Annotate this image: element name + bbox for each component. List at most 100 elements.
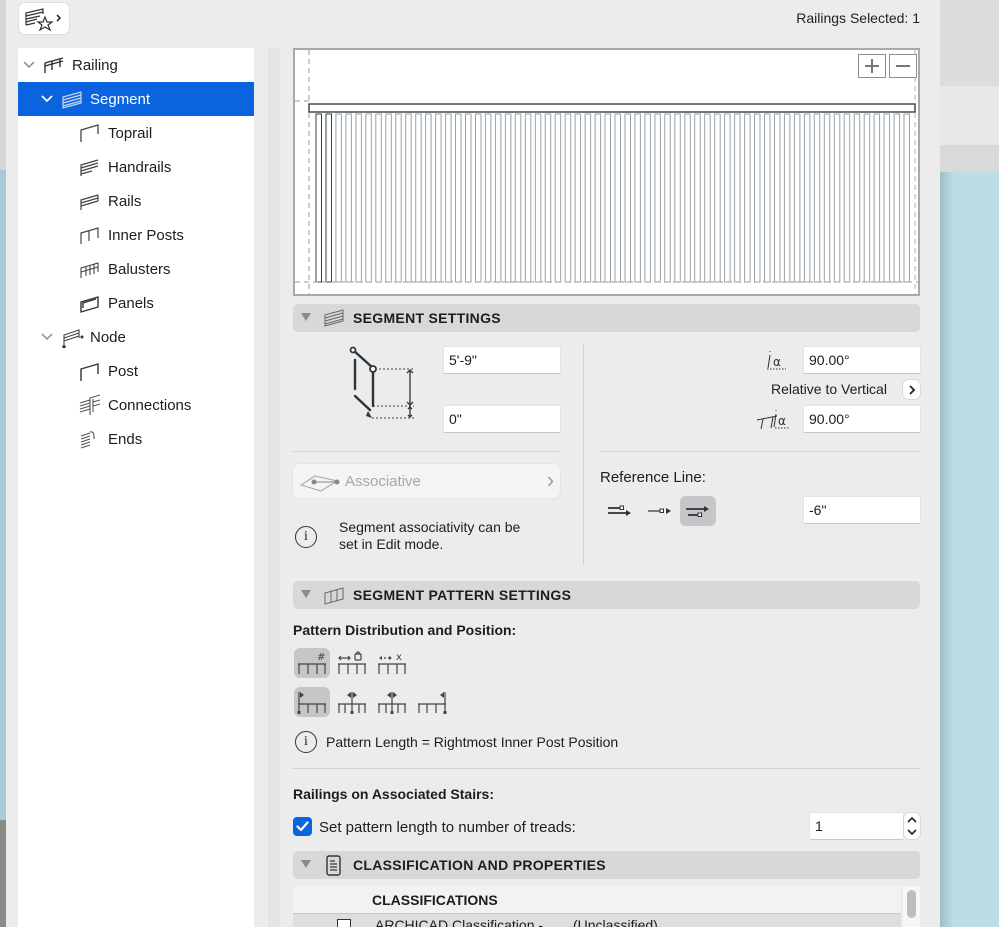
tree-scrollbar[interactable]	[268, 48, 280, 927]
baluster	[724, 113, 731, 283]
table-row[interactable]: ARCHICAD Classification - (Unclassified)	[293, 913, 901, 927]
chevron-down-icon[interactable]	[22, 58, 36, 72]
reference-line-center-button[interactable]	[642, 496, 678, 526]
tree-item-panels[interactable]: Panels	[18, 286, 254, 320]
set-pattern-length-checkbox[interactable]	[293, 817, 312, 836]
chevron-down-icon[interactable]	[40, 92, 54, 106]
associativity-info-line2: set in Edit mode.	[339, 536, 444, 552]
baluster	[893, 113, 901, 283]
disclosure-triangle-icon[interactable]	[301, 860, 311, 868]
distribution-fixed-number-button[interactable]: #	[294, 648, 330, 678]
baluster	[315, 113, 322, 283]
tree-item-inner-posts[interactable]: Inner Posts	[18, 218, 254, 252]
treads-count-stepper[interactable]	[904, 813, 920, 839]
disclosure-triangle-icon[interactable]	[301, 590, 311, 598]
info-icon: i	[295, 731, 317, 753]
railing-height-input[interactable]	[444, 347, 560, 373]
scrollbar-thumb[interactable]	[907, 890, 916, 918]
align-end-button[interactable]	[414, 687, 450, 717]
segment-pattern-settings-header[interactable]: SEGMENT PATTERN SETTINGS	[293, 581, 920, 609]
chevron-down-icon[interactable]	[40, 330, 54, 344]
chevron-up-icon[interactable]	[907, 816, 917, 823]
classifications-table: CLASSIFICATIONS ARCHICAD Classification …	[293, 886, 920, 927]
segment-icon	[323, 308, 345, 328]
classification-properties-header[interactable]: CLASSIFICATION AND PROPERTIES	[293, 851, 920, 879]
baluster	[783, 113, 791, 283]
relative-to-vertical-button[interactable]	[903, 380, 920, 399]
tree-item-ends[interactable]: Ends	[18, 422, 254, 456]
tree-item-node[interactable]: Node	[18, 320, 254, 354]
tree-item-connections[interactable]: Connections	[18, 388, 254, 422]
tree-item-label: Panels	[108, 294, 154, 312]
reference-line-right-button[interactable]	[680, 496, 716, 526]
pattern-distribution-label: Pattern Distribution and Position:	[293, 622, 517, 638]
disclosure-triangle-icon[interactable]	[301, 313, 311, 321]
row-expand-checkbox[interactable]	[337, 919, 351, 927]
separator	[293, 768, 920, 769]
table-header: CLASSIFICATIONS	[293, 886, 901, 913]
baluster	[833, 113, 841, 283]
chevron-right-icon	[908, 384, 915, 395]
reference-line-left-button[interactable]	[602, 496, 638, 526]
tree-item-segment[interactable]: Segment	[18, 82, 254, 116]
tree-item-handrails[interactable]: Handrails	[18, 150, 254, 184]
baluster	[594, 113, 602, 283]
reference-offset-input[interactable]	[804, 497, 920, 523]
baluster	[385, 113, 392, 283]
treads-count-input[interactable]	[810, 813, 903, 839]
align-center-icon	[338, 692, 366, 714]
align-middle-icon	[378, 692, 406, 714]
baluster	[903, 113, 910, 283]
align-start-icon	[297, 692, 326, 714]
favorites-star-icon	[25, 7, 62, 31]
slant-angle-input[interactable]	[804, 347, 920, 373]
segment-settings-header[interactable]: SEGMENT SETTINGS	[293, 304, 920, 332]
balusters-icon	[78, 258, 102, 280]
tree-item-railing[interactable]: Railing	[18, 48, 254, 82]
tree-item-label: Connections	[108, 396, 192, 414]
baluster	[823, 113, 831, 283]
associativity-info-line1: Segment associativity can be	[339, 519, 521, 535]
railings-on-stairs-label: Railings on Associated Stairs:	[293, 786, 494, 802]
zoom-in-button[interactable]	[858, 54, 886, 78]
reference-line-label: Reference Line:	[600, 469, 706, 486]
table-scrollbar[interactable]	[903, 886, 920, 927]
baluster	[803, 113, 811, 283]
baluster	[514, 113, 522, 283]
tree-item-rails[interactable]: Rails	[18, 184, 254, 218]
tree-item-toprail[interactable]: Toprail	[18, 116, 254, 150]
railing-icon	[42, 54, 66, 76]
tree-item-label: Node	[90, 328, 126, 346]
distribution-custom-length-button[interactable]: x	[374, 648, 410, 678]
tree-item-post[interactable]: Post	[18, 354, 254, 388]
favorites-button[interactable]	[19, 3, 69, 34]
ends-icon	[78, 428, 102, 450]
fixed-number-icon: #	[298, 652, 326, 674]
baluster	[634, 113, 641, 283]
zoom-out-button[interactable]	[889, 54, 917, 78]
section-title: CLASSIFICATION AND PROPERTIES	[353, 857, 606, 873]
align-start-button[interactable]	[294, 687, 330, 717]
pitch-angle-input[interactable]	[804, 406, 920, 432]
align-center-button[interactable]	[334, 687, 370, 717]
svg-text:#: #	[317, 652, 325, 663]
baluster	[445, 113, 452, 283]
rails-icon	[78, 190, 102, 212]
tree-item-balusters[interactable]: Balusters	[18, 252, 254, 286]
baluster	[853, 113, 861, 283]
railing-offset-input[interactable]	[444, 406, 560, 432]
chevron-down-icon[interactable]	[907, 829, 917, 836]
settings-tree: Railing Segment Toprail Handrails Rails …	[18, 48, 254, 927]
slant-angle-icon: α	[767, 351, 786, 370]
svg-text:x: x	[396, 652, 402, 663]
baluster	[325, 113, 332, 283]
associative-button[interactable]: Associative	[293, 464, 560, 498]
baluster	[584, 113, 592, 283]
baluster	[465, 113, 472, 283]
panels-icon	[78, 292, 102, 314]
tree-item-label: Railing	[72, 56, 118, 74]
classification-value[interactable]: (Unclassified)	[573, 917, 658, 927]
align-middle-button[interactable]	[374, 687, 410, 717]
distribution-fixed-length-button[interactable]	[334, 648, 370, 678]
baluster	[614, 113, 621, 283]
